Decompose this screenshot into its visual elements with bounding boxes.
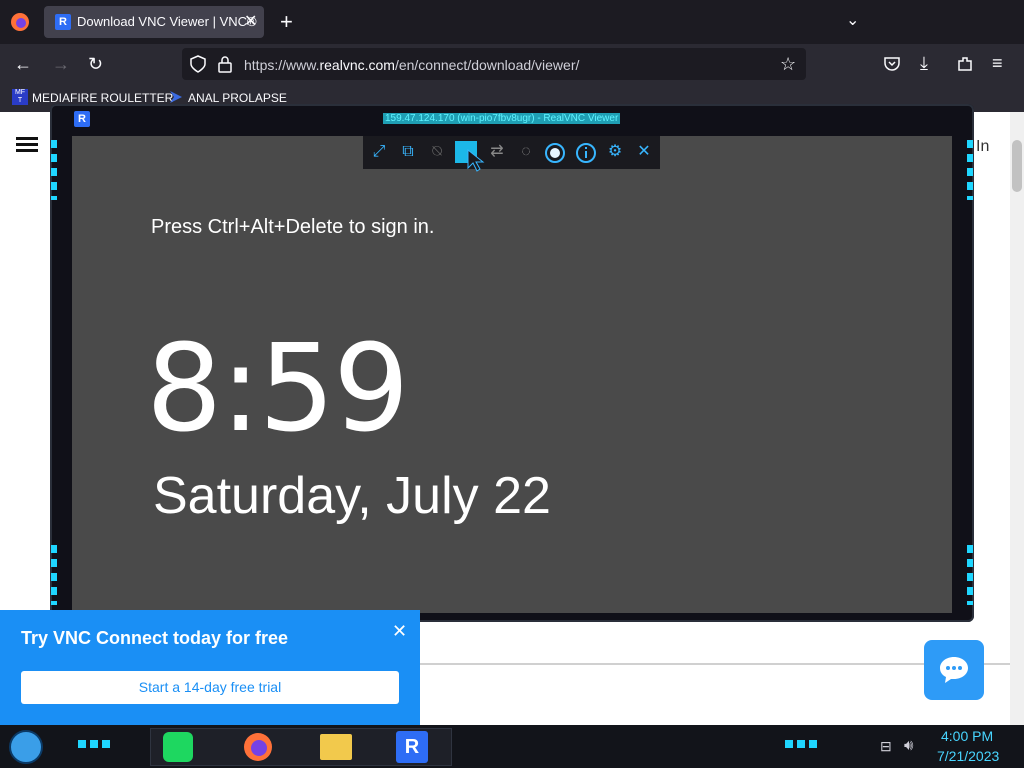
chat-bubble-icon (940, 657, 968, 683)
forward-arrow-icon[interactable]: → (52, 54, 70, 75)
scale-icon[interactable]: ⧉ (397, 141, 419, 163)
transfer-icon[interactable]: ⇄ (486, 141, 508, 163)
firefox-taskbar-icon[interactable] (242, 731, 274, 763)
site-menu-icon[interactable] (16, 137, 38, 153)
bookmark-arrow-icon (170, 91, 182, 103)
url-text[interactable]: https://www.realvnc.com/en/connect/downl… (244, 57, 579, 73)
tab-title: Download VNC Viewer | VNC® (77, 14, 257, 29)
close-icon[interactable]: ✕ (633, 141, 655, 163)
menu-hamburger-icon[interactable]: ≡ (992, 53, 1003, 74)
firefox-icon[interactable] (10, 12, 30, 32)
pocket-icon[interactable] (883, 55, 901, 73)
realvnc-tab-icon: R (55, 14, 71, 30)
settings-icon[interactable]: ⚙ (604, 141, 626, 163)
tab-close-button[interactable]: ✕ (244, 11, 257, 31)
record-icon[interactable] (544, 142, 566, 164)
frame-accent-left (51, 140, 57, 200)
taskbar-clock-date[interactable]: 7/21/2023 (937, 748, 999, 764)
vnc-viewer-taskbar-icon[interactable]: R (396, 731, 428, 763)
file-explorer-icon[interactable] (320, 734, 352, 760)
mouse-cursor-icon (467, 148, 485, 172)
chat-icon[interactable]: ◌ (515, 141, 537, 163)
shield-icon[interactable] (190, 55, 206, 73)
taskbar-clock-time[interactable]: 4:00 PM (941, 728, 993, 744)
taskbar-accent-left (78, 740, 114, 748)
fullscreen-icon[interactable]: ⤢ (368, 141, 390, 163)
new-tab-button[interactable]: + (280, 9, 293, 35)
lock-icon[interactable] (218, 55, 232, 73)
bookmark-star-icon[interactable]: ☆ (780, 54, 796, 75)
free-trial-button[interactable]: Start a 14-day free trial (21, 671, 399, 704)
vnc-window-title: 159.47.124.170 (win-pio7fbv8ugr) - RealV… (383, 113, 621, 124)
bookmark-mediafire-roulette[interactable]: MEDIAFIRE ROULETTER (32, 91, 173, 105)
lock-screen-date: Saturday, July 22 (153, 467, 551, 525)
network-icon[interactable]: ⊟ (880, 738, 892, 755)
page-scrollbar[interactable] (1010, 112, 1024, 725)
bookmark-anal-prolapse[interactable]: ANAL PROLAPSE (188, 91, 287, 105)
page-divider (420, 663, 1010, 665)
vnc-app-icon[interactable]: R (74, 111, 90, 127)
back-arrow-icon[interactable]: ← (14, 54, 32, 75)
scrollbar-thumb[interactable] (1012, 140, 1022, 192)
signin-link-fragment[interactable]: In (976, 138, 989, 156)
frame-accent-right-bottom (967, 545, 973, 605)
extensions-icon[interactable] (956, 55, 974, 73)
taskbar-accent-right (785, 740, 821, 748)
spotify-app-icon[interactable] (163, 732, 193, 762)
reload-icon[interactable]: ↻ (88, 54, 103, 75)
lock-screen-time: 8:59 (146, 320, 409, 459)
audio-mute-icon[interactable]: ⍉ (426, 141, 448, 163)
mediafire-bookmark-icon: MF T (12, 89, 28, 105)
downloads-icon[interactable]: ⤓ (920, 53, 928, 74)
lock-screen-message: Press Ctrl+Alt+Delete to sign in. (151, 216, 435, 238)
promo-close-button[interactable]: ✕ (392, 621, 407, 642)
volume-icon[interactable]: 🔊︎ (904, 737, 913, 754)
start-orb-icon[interactable] (6, 728, 46, 766)
info-icon[interactable] (575, 142, 597, 164)
list-tabs-chevron-icon[interactable]: ⌄ (846, 10, 859, 30)
frame-accent-right (967, 140, 973, 200)
frame-accent-left-bottom (51, 545, 57, 605)
promo-title: Try VNC Connect today for free (21, 628, 289, 648)
